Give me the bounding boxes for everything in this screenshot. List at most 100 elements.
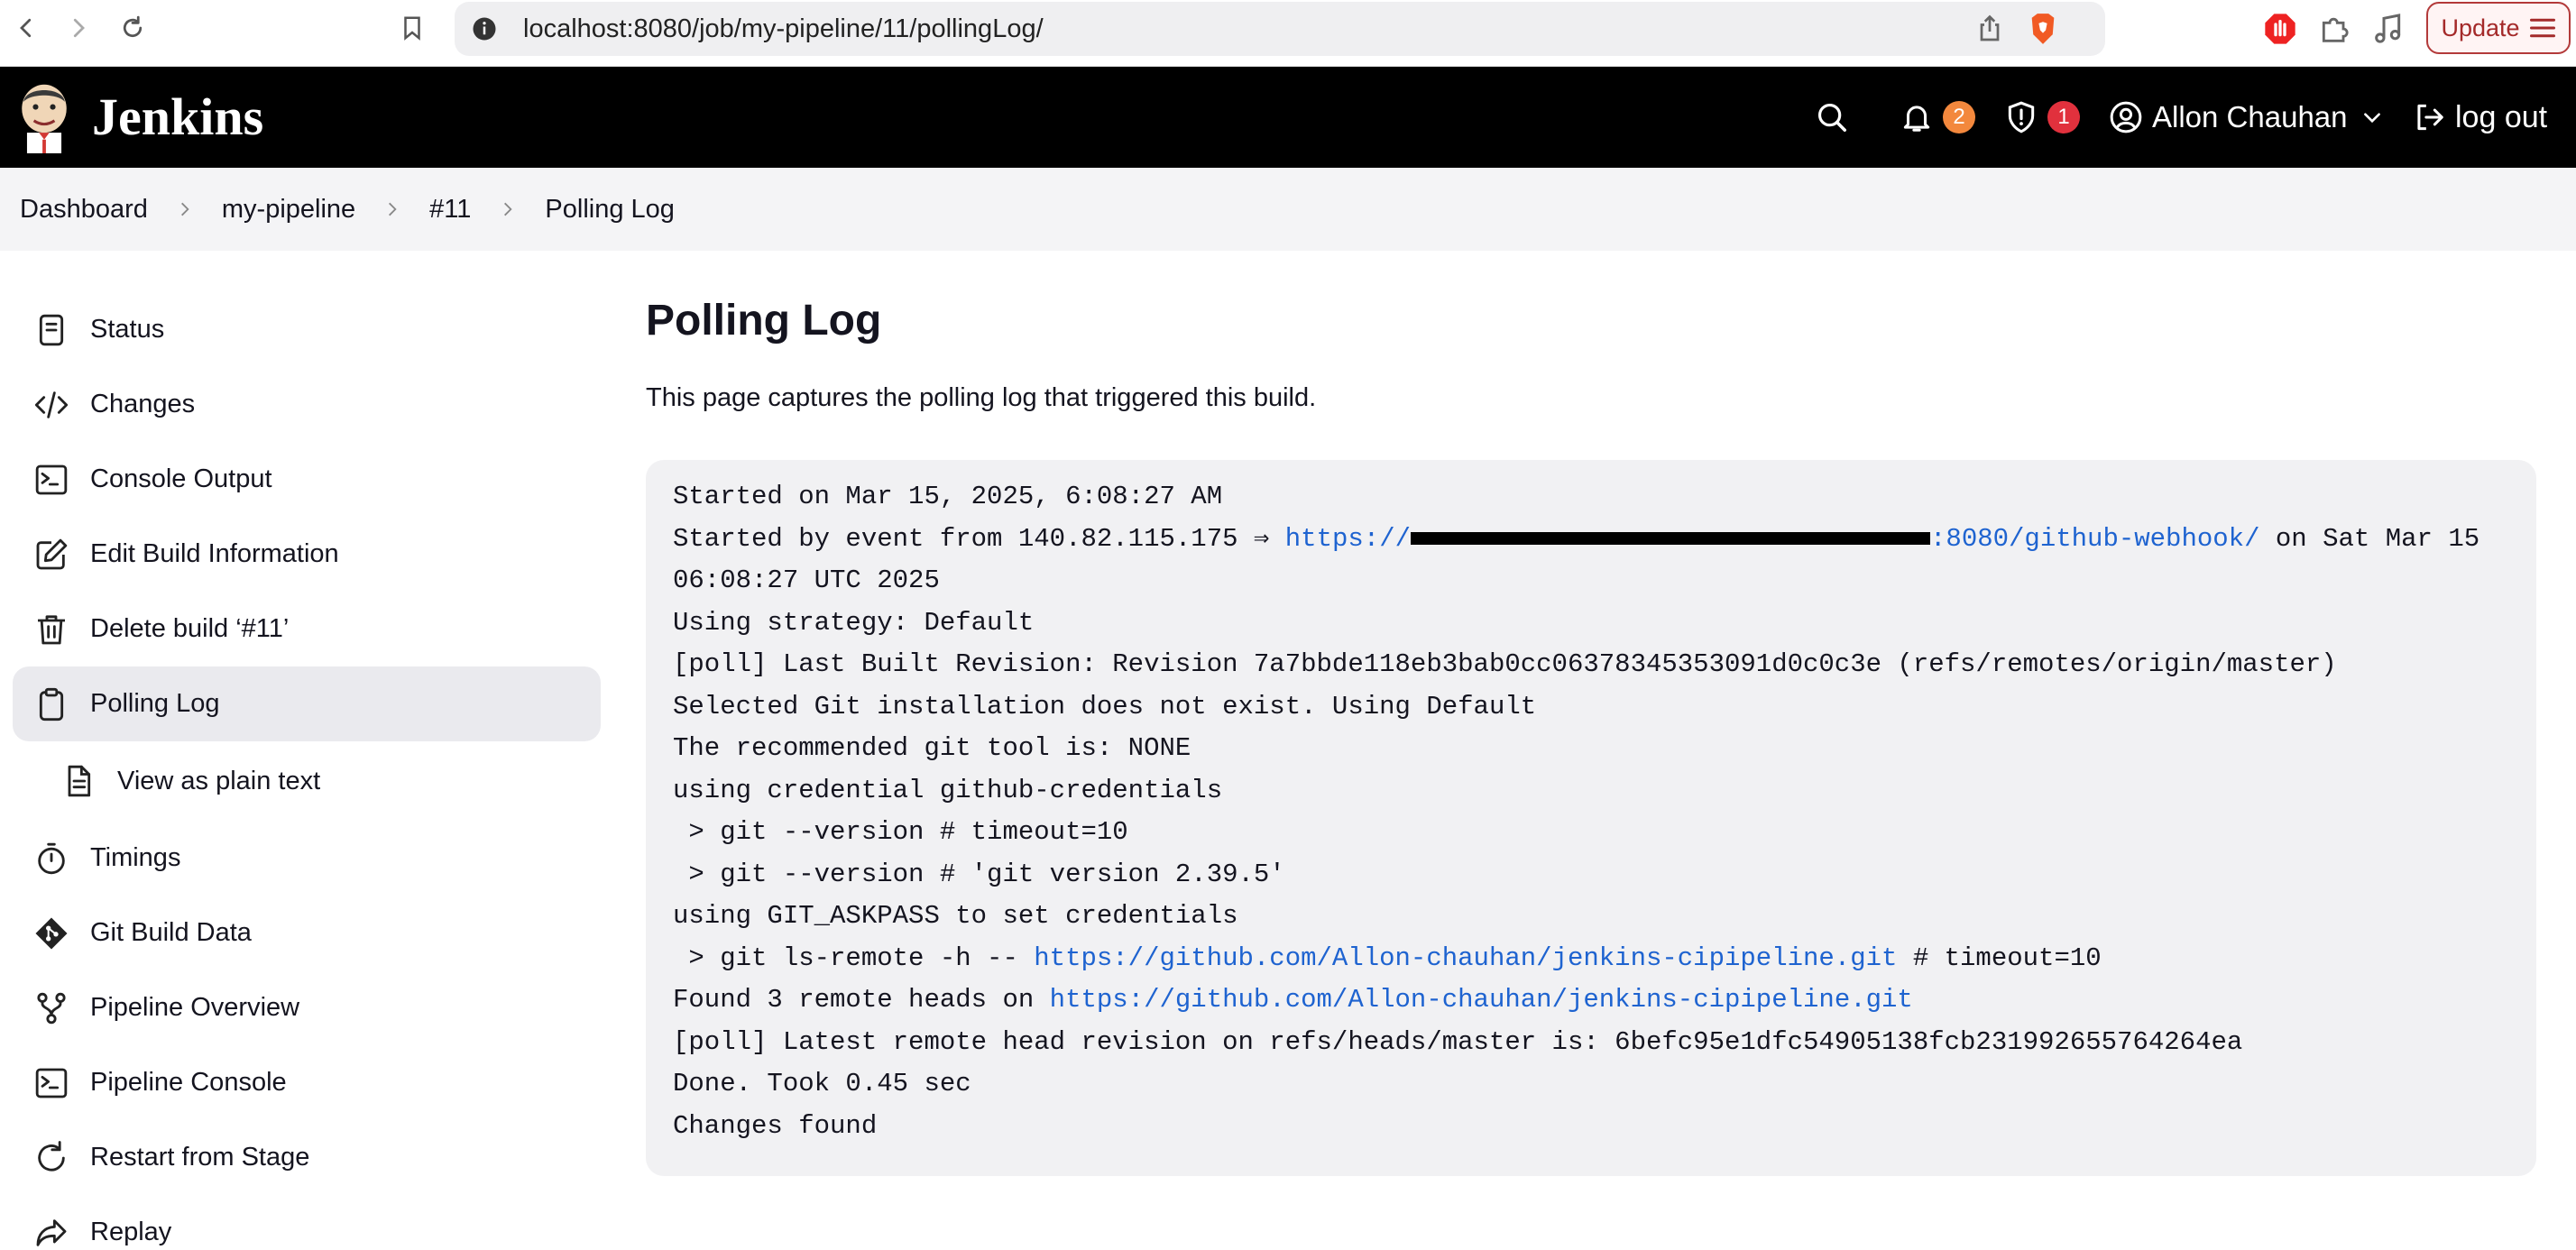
user-name: Allon Chauhan — [2152, 100, 2348, 133]
replay-icon — [36, 1218, 67, 1246]
share-icon[interactable] — [1973, 13, 2006, 45]
log-line: > git --version # timeout=10 — [673, 817, 1128, 847]
sidebar-item-label: Console Output — [90, 464, 272, 493]
breadcrumb-job[interactable]: my-pipeline — [222, 195, 355, 225]
sidebar-item-label: Pipeline Console — [90, 1068, 287, 1097]
jenkins-header: Jenkins 2 1 Allon Chauhan log out — [0, 67, 2576, 168]
logout-link[interactable]: log out — [2412, 67, 2547, 168]
forward-button[interactable] — [60, 9, 97, 47]
sidebar-item-status[interactable]: Status — [13, 292, 601, 367]
logout-label: log out — [2455, 99, 2548, 134]
update-label: Update — [2441, 14, 2520, 41]
sidebar-item-restart-from-stage[interactable]: Restart from Stage — [13, 1120, 601, 1195]
log-text: # timeout=10 — [1897, 942, 2102, 973]
sidebar-item-label: Status — [90, 315, 165, 344]
page-title: Polling Log — [646, 297, 882, 345]
log-line: > git ls-remote -h -- https://github.com… — [673, 938, 2509, 980]
log-line: The recommended git tool is: NONE — [673, 733, 1191, 763]
user-icon — [2110, 101, 2142, 133]
breadcrumb-build[interactable]: #11 — [429, 195, 471, 225]
chevron-right-icon — [355, 200, 429, 218]
user-menu-button[interactable]: Allon Chauhan — [2109, 67, 2384, 168]
breadcrumb-current[interactable]: Polling Log — [545, 195, 675, 225]
logout-icon — [2417, 104, 2443, 131]
sidebar-item-label: Delete build ‘#11’ — [90, 614, 290, 643]
jenkins-brand[interactable]: Jenkins — [92, 87, 263, 147]
log-line: Changes found — [673, 1110, 878, 1141]
sidebar-item-label: Polling Log — [90, 689, 220, 718]
log-text: > git ls-remote -h -- — [673, 942, 1035, 973]
bell-icon — [1903, 106, 1930, 132]
reload-icon — [123, 15, 143, 38]
webhook-link[interactable]: https://:8080/github-webhook/ — [1285, 524, 2260, 554]
chevron-left-icon — [20, 18, 32, 38]
git-icon — [35, 917, 68, 949]
brave-shield-icon[interactable] — [2026, 11, 2060, 47]
log-line: Done. Took 0.45 sec — [673, 1069, 971, 1098]
security-badge: 1 — [2047, 101, 2080, 133]
code-icon — [34, 391, 69, 418]
restart-icon — [38, 1140, 65, 1172]
address-bar[interactable]: localhost:8080/job/my-pipeline/11/pollin… — [455, 2, 2105, 56]
document-icon — [39, 314, 64, 345]
back-button[interactable] — [7, 9, 45, 47]
sidebar-item-delete-build[interactable]: Delete build ‘#11’ — [13, 592, 601, 666]
jenkins-logo-icon[interactable] — [16, 81, 72, 153]
bookmark-button[interactable] — [393, 9, 431, 47]
log-line: using credential github-credentials — [673, 775, 1223, 805]
log-line: [poll] Latest remote head revision on re… — [673, 1026, 2243, 1057]
log-line: [poll] Last Built Revision: Revision 7a7… — [673, 649, 2337, 679]
sidebar-item-changes[interactable]: Changes — [13, 367, 601, 442]
shield-alert-icon — [2008, 101, 2035, 133]
log-line: Started on Mar 15, 2025, 6:08:27 AM — [673, 482, 1223, 511]
sidebar-item-label: Pipeline Overview — [90, 993, 300, 1022]
sidebar-item-label: Replay — [90, 1218, 172, 1246]
sidebar-item-label: Timings — [90, 843, 181, 872]
log-line: 06:08:27 UTC 2025 — [673, 565, 940, 595]
main-content: Polling Log This page captures the polli… — [646, 289, 2540, 1176]
log-line: Using strategy: Default — [673, 607, 1035, 638]
breadcrumb-dashboard[interactable]: Dashboard — [20, 195, 148, 225]
sidebar-item-pipeline-overview[interactable]: Pipeline Overview — [13, 970, 601, 1045]
page-description: This page captures the polling log that … — [646, 383, 1317, 412]
log-line: Found 3 remote heads on https://github.c… — [673, 979, 2509, 1022]
extensions-icon[interactable] — [2316, 11, 2352, 47]
file-text-icon — [68, 765, 91, 797]
sidebar-item-git-build-data[interactable]: Git Build Data — [13, 896, 601, 970]
sidebar-item-view-plain-text[interactable]: View as plain text — [13, 741, 601, 821]
sidebar-item-edit-build-information[interactable]: Edit Build Information — [13, 517, 601, 592]
breadcrumb: Dashboard my-pipeline #11 Polling Log — [0, 168, 2576, 251]
adblock-extension-icon[interactable] — [2262, 11, 2298, 47]
sidebar-item-timings[interactable]: Timings — [13, 821, 601, 896]
edit-icon — [36, 538, 68, 569]
chevron-down-icon — [2363, 113, 2380, 124]
webhook-link-end: :8080/github-webhook/ — [1930, 523, 2260, 554]
search-button[interactable] — [1815, 67, 1849, 168]
terminal-icon — [35, 1068, 68, 1098]
notifications-badge: 2 — [1943, 101, 1975, 133]
sidebar-item-polling-log[interactable]: Polling Log — [13, 666, 601, 741]
log-line: Selected Git installation does not exist… — [673, 691, 1537, 722]
reload-button[interactable] — [114, 9, 152, 47]
log-line: Started by event from 140.82.115.175 ⇒ h… — [673, 519, 2509, 561]
info-icon[interactable] — [471, 15, 498, 42]
redaction-mark — [1411, 531, 1931, 545]
chevron-right-icon — [148, 200, 222, 218]
update-button[interactable]: Update — [2426, 2, 2571, 54]
log-text: Found 3 remote heads on — [673, 985, 1050, 1015]
notifications-button[interactable]: 2 — [1900, 67, 1975, 168]
chevron-right-icon — [471, 200, 545, 218]
security-button[interactable]: 1 — [2004, 67, 2080, 168]
sidebar-item-label: Changes — [90, 390, 196, 418]
sidebar-item-replay[interactable]: Replay — [13, 1195, 601, 1250]
sidebar-item-pipeline-console[interactable]: Pipeline Console — [13, 1045, 601, 1120]
chevron-right-icon — [73, 18, 85, 38]
log-line: > git --version # 'git version 2.39.5' — [673, 859, 1285, 889]
media-icon[interactable] — [2370, 11, 2406, 47]
repo-link[interactable]: https://github.com/Allon-chauhan/jenkins… — [1050, 985, 1913, 1015]
sidebar-item-console-output[interactable]: Console Output — [13, 442, 601, 517]
repo-link[interactable]: https://github.com/Allon-chauhan/jenkins… — [1034, 943, 1897, 973]
bookmark-icon — [404, 16, 420, 41]
url-text[interactable]: localhost:8080/job/my-pipeline/11/pollin… — [523, 14, 1044, 44]
log-text: on Sat Mar 15 — [2259, 523, 2480, 554]
